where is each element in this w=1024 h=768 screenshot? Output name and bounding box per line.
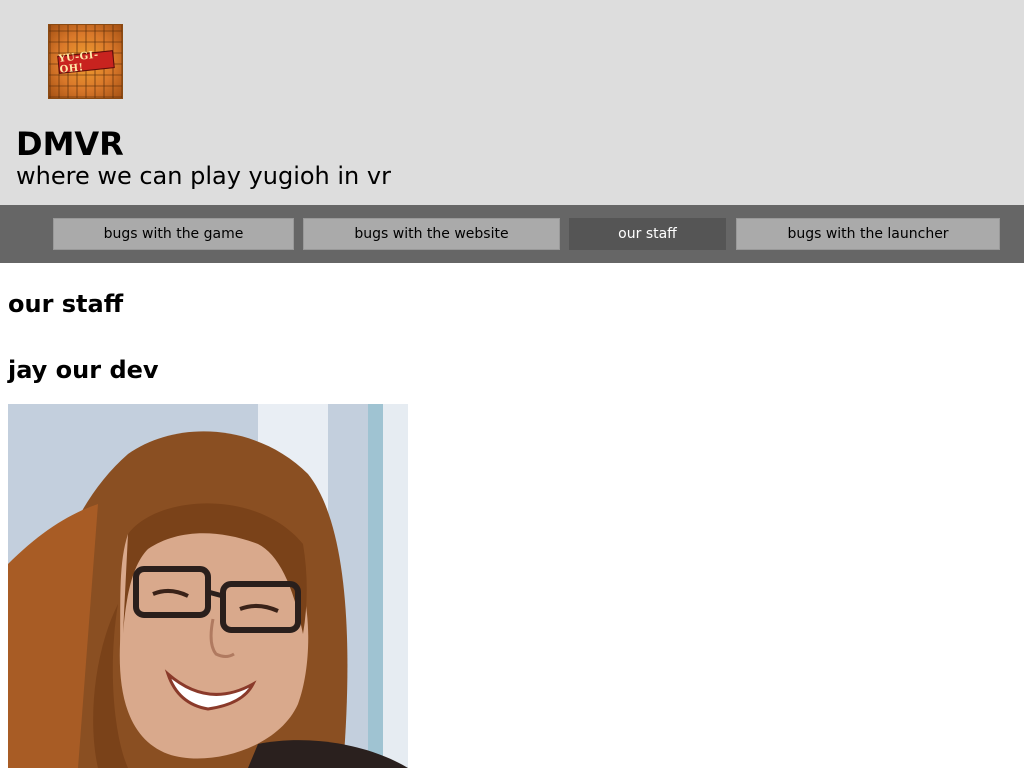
nav-item-bugs-website[interactable]: bugs with the website — [303, 218, 560, 250]
site-tagline: where we can play yugioh in vr — [16, 162, 391, 190]
site-title: DMVR — [16, 125, 124, 163]
logo-text: YU-GI-OH! — [57, 50, 115, 76]
nav-bar: bugs with the game bugs with the website… — [0, 205, 1024, 263]
staff-photo-illustration — [8, 404, 408, 768]
yugioh-logo-icon: YU-GI-OH! — [48, 24, 123, 99]
nav-item-bugs-game[interactable]: bugs with the game — [53, 218, 294, 250]
page-heading: our staff — [8, 290, 124, 318]
nav-item-bugs-launcher[interactable]: bugs with the launcher — [736, 218, 1000, 250]
staff-name: jay our dev — [8, 356, 159, 384]
staff-photo — [8, 404, 408, 768]
nav-item-our-staff[interactable]: our staff — [569, 218, 726, 250]
site-header: YU-GI-OH! DMVR where we can play yugioh … — [0, 0, 1024, 205]
